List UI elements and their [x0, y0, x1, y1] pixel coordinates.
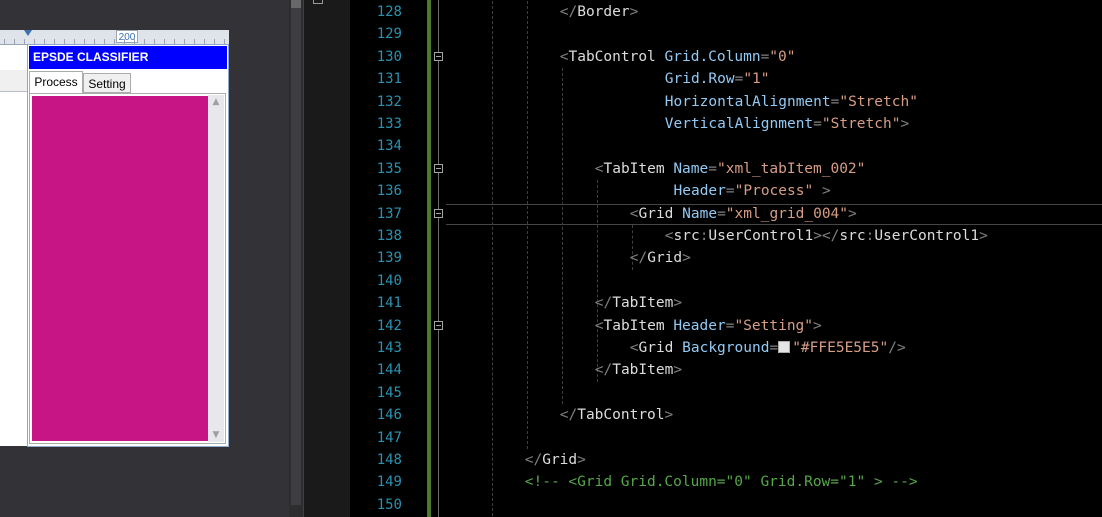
line-number: 139 [376, 250, 402, 267]
app-title-bar: EPSDE CLASSIFIER [29, 46, 227, 69]
code-line[interactable]: <Grid Name="xml_grid_004"> [630, 203, 857, 225]
designer-ruler: 200 [0, 30, 229, 45]
code-line[interactable]: <src:UserControl1></src:UserControl1> [665, 225, 988, 247]
line-number: 136 [376, 183, 402, 200]
line-number: 134 [376, 138, 402, 155]
app-window-preview[interactable]: EPSDE CLASSIFIER Process Setting ▲ ▼ [27, 44, 229, 447]
code-line[interactable]: </Border> [560, 1, 639, 23]
code-line[interactable]: VerticalAlignment="Stretch"> [665, 113, 909, 135]
tab-setting[interactable]: Setting [83, 73, 131, 93]
ruler-marker-icon[interactable] [24, 30, 32, 36]
ruler-tick [184, 39, 185, 44]
collapse-toggle-icon[interactable] [434, 208, 443, 218]
code-line[interactable]: Grid.Row="1" [665, 68, 770, 90]
code-line[interactable]: </TabControl> [560, 404, 674, 426]
indent-guide [491, 1, 493, 517]
ruler-tick [224, 39, 225, 44]
line-number: 133 [376, 116, 402, 132]
ruler-tick [154, 39, 155, 44]
designer-left-band [0, 70, 28, 92]
collapse-toggle-icon[interactable] [434, 320, 443, 330]
ruler-tick [64, 39, 65, 44]
code-line[interactable]: <!-- <Grid Grid.Column="0" Grid.Row="1" … [525, 471, 918, 493]
indent-guide [561, 68, 563, 405]
ruler-tick [34, 39, 35, 44]
code-line[interactable]: <TabItem Header="Setting"> [595, 315, 822, 337]
ruler-tick [174, 39, 175, 44]
line-number: 131 [376, 71, 402, 88]
ruler-tick [204, 39, 205, 44]
ruler-tick [214, 39, 215, 44]
chevron-down-icon[interactable]: ▼ [208, 428, 224, 442]
ruler-tick [4, 39, 5, 44]
ruler-tick [54, 39, 55, 44]
collapse-toggle-icon[interactable] [434, 163, 443, 173]
line-number: 132 [376, 93, 402, 110]
ruler-tick [94, 39, 95, 44]
ruler-tick [14, 39, 15, 44]
xaml-code-editor[interactable]: 128 129 130 131 132 133 134 135 136 137 138 139 140 1… [304, 0, 1102, 517]
ruler-tick [104, 39, 105, 44]
line-number: 145 [376, 384, 402, 401]
code-line[interactable]: </Grid> [630, 247, 691, 269]
line-number: 150 [376, 496, 402, 513]
line-number: 137 [376, 205, 402, 222]
line-number: 142 [376, 317, 402, 334]
indent-guide [526, 1, 528, 449]
line-number: 135 [376, 160, 402, 177]
ruler-tick [194, 39, 195, 44]
change-tracking-bar [427, 0, 431, 517]
code-line[interactable]: </TabItem> [595, 292, 682, 314]
ruler-tick [114, 39, 115, 44]
ruler-tick [44, 39, 45, 44]
ruler-tick [164, 39, 165, 44]
code-line[interactable]: HorizontalAlignment="Stretch" [665, 91, 918, 113]
line-number: 130 [376, 48, 402, 65]
line-number: 129 [376, 26, 402, 43]
line-number: 144 [376, 362, 402, 379]
ruler-tick [84, 39, 85, 44]
line-number: 138 [376, 228, 402, 244]
chevron-up-icon[interactable]: ▲ [208, 95, 224, 109]
line-number: 128 [376, 4, 402, 20]
outline-fold-line [438, 0, 439, 517]
designer-left-column [0, 45, 29, 446]
line-number: 146 [376, 407, 402, 424]
tab-content: ▲ ▼ [29, 93, 226, 444]
color-swatch-icon[interactable] [778, 341, 791, 353]
ruler-tick [74, 39, 75, 44]
code-line[interactable]: <TabControl Grid.Column="0" [560, 46, 796, 68]
checkbox-icon[interactable] [313, 0, 323, 4]
vertical-scrollbar[interactable]: ▲ ▼ [208, 95, 224, 442]
code-line[interactable]: </Grid> [525, 449, 586, 471]
line-number: 143 [376, 340, 402, 356]
line-number: 140 [376, 272, 402, 289]
code-line[interactable]: Header="Process" > [674, 180, 831, 202]
user-control-panel[interactable] [32, 96, 208, 441]
ruler-tick [24, 39, 25, 44]
line-number: 147 [376, 429, 402, 446]
tab-process[interactable]: Process [29, 71, 83, 94]
splitter-scroll-thumb[interactable] [291, 0, 301, 8]
code-line[interactable]: <Grid Background= "#FFE5E5E5"/> [630, 337, 906, 359]
line-number: 148 [376, 452, 402, 468]
glyph-margin [304, 0, 350, 517]
line-number: 141 [376, 295, 402, 312]
line-number: 149 [376, 474, 402, 491]
xaml-designer-pane: 200 EPSDE CLASSIFIER Process Setting ▲ ▼ [0, 0, 289, 517]
splitter-scroll-track[interactable] [291, 0, 301, 505]
ruler-tick [144, 39, 145, 44]
collapse-toggle-icon[interactable] [434, 51, 443, 61]
ruler-tick [134, 39, 135, 44]
indent-guide [596, 180, 598, 382]
code-line[interactable]: </TabItem> [595, 359, 682, 381]
ruler-tick [124, 39, 125, 44]
code-line[interactable]: <TabItem Name="xml_tabItem_002" [595, 158, 866, 180]
